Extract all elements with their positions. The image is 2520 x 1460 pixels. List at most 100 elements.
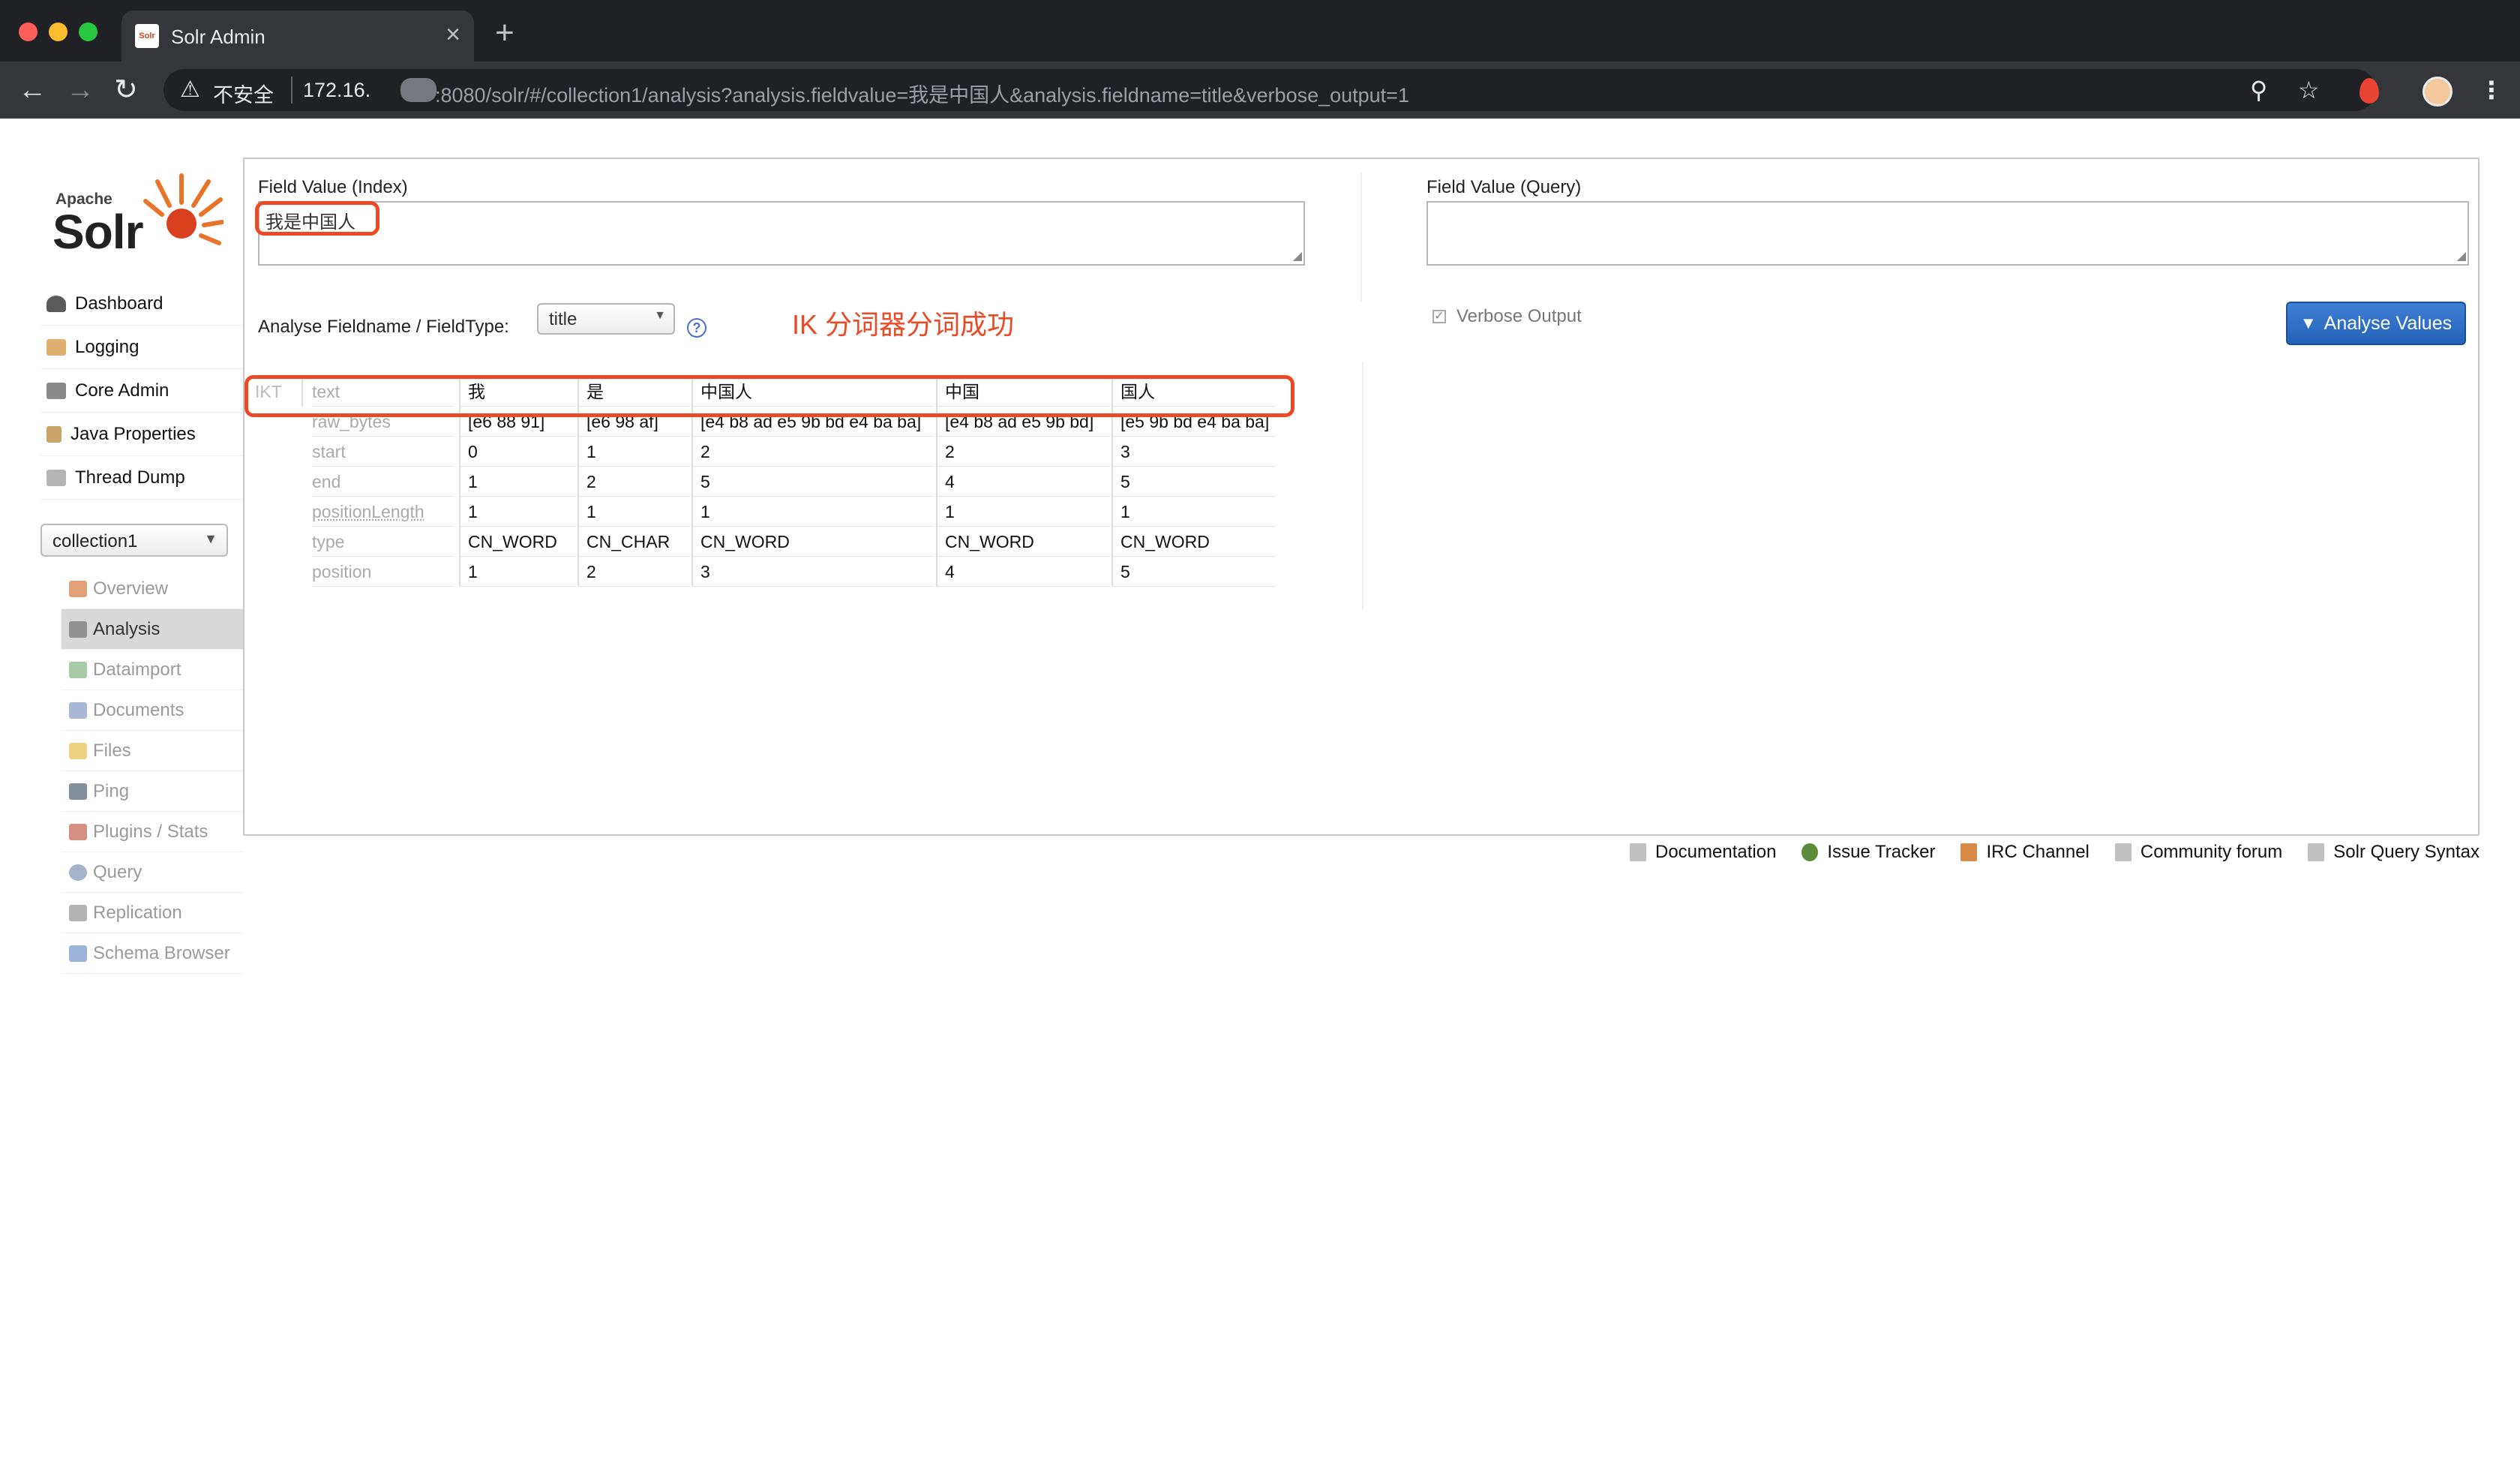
token-cell: 4 <box>936 557 1110 587</box>
kebab-menu-icon[interactable]: ⋮ <box>2480 75 2504 105</box>
sidebar-item-core-admin[interactable]: Core Admin <box>40 369 243 413</box>
new-tab-icon[interactable]: + <box>495 17 514 50</box>
query-syntax-icon <box>2308 843 2325 861</box>
sidebar-item-java-properties[interactable]: Java Properties <box>40 413 243 456</box>
analysis-row-type: type CN_WORD CN_CHAR CN_WORD CN_WORD CN_WORD <box>248 527 1282 557</box>
footer-link-label: Issue Tracker <box>1827 842 1936 862</box>
sidebar-item-logging[interactable]: Logging <box>40 326 243 369</box>
sidebar-item-dataimport[interactable]: Dataimport <box>62 650 243 690</box>
footer-link-query-syntax[interactable]: Solr Query Syntax <box>2308 842 2480 863</box>
sidebar-item-documents[interactable]: Documents <box>62 690 243 731</box>
sidebar-main-nav: Dashboard Logging Core Admin Java Proper… <box>40 282 243 500</box>
footer-link-label: Community forum <box>2140 842 2283 862</box>
tab-title: Solr Admin <box>171 26 266 48</box>
footer-link-irc-channel[interactable]: IRC Channel <box>1960 842 2090 863</box>
profile-avatar[interactable] <box>2422 77 2452 107</box>
attribute-name: positionLength <box>312 497 454 527</box>
warning-icon[interactable]: ⚠ <box>180 77 200 103</box>
query-value-textarea[interactable]: ◢ <box>1426 201 2469 266</box>
dashboard-icon <box>46 295 66 312</box>
url-host[interactable]: 172.16. <box>303 79 370 102</box>
footer-link-issue-tracker[interactable]: Issue Tracker <box>1802 842 1935 863</box>
footer-link-label: Solr Query Syntax <box>2333 842 2480 862</box>
browser-tab[interactable]: Solr Solr Admin × <box>122 11 474 62</box>
sidebar-item-replication[interactable]: Replication <box>62 893 243 933</box>
plugins-icon <box>69 823 87 840</box>
checkbox-icon[interactable]: ✓ <box>1432 310 1446 323</box>
address-bar[interactable]: ⚠ 不安全 172.16. :8080/solr/#/collection1/a… <box>164 69 2376 111</box>
sidebar-item-schema-browser[interactable]: Schema Browser <box>62 933 243 974</box>
sidebar-item-label: Logging <box>75 336 140 357</box>
footer-link-documentation[interactable]: Documentation <box>1629 842 1776 863</box>
core-selector-value: collection1 <box>52 531 138 551</box>
dataimport-icon <box>69 661 87 678</box>
sidebar-item-label: Documents <box>93 699 184 720</box>
bookmark-star-icon[interactable]: ☆ <box>2298 75 2320 105</box>
sidebar-item-label: Dashboard <box>75 293 164 314</box>
attribute-name: start <box>312 437 454 467</box>
sidebar-item-query[interactable]: Query <box>62 852 243 893</box>
token-cell: 1 <box>936 497 1110 527</box>
sidebar-item-label: Replication <box>93 902 182 923</box>
schema-browser-icon <box>69 945 87 962</box>
files-icon <box>69 742 87 759</box>
query-icon <box>69 864 87 881</box>
forward-icon[interactable]: → <box>66 74 94 107</box>
minimize-window-button[interactable] <box>49 23 68 41</box>
reload-icon[interactable]: ↻ <box>114 74 138 107</box>
redacted-blur <box>400 78 436 102</box>
browser-titlebar: Solr Solr Admin × + <box>0 0 2520 62</box>
footer-link-community-forum[interactable]: Community forum <box>2114 842 2283 863</box>
sidebar-item-label: Java Properties <box>70 423 196 444</box>
fieldname-value: title <box>549 309 578 329</box>
close-tab-icon[interactable]: × <box>446 21 460 48</box>
sidebar-item-label: Ping <box>93 780 130 801</box>
core-selector[interactable]: collection1 ▼ <box>40 524 228 557</box>
fieldname-select[interactable]: title ▼ <box>537 303 675 335</box>
index-value-label: Field Value (Index) <box>258 177 408 197</box>
resize-handle-icon[interactable]: ◢ <box>1293 251 1302 263</box>
zoom-icon[interactable]: ⚲ <box>2250 75 2267 105</box>
sidebar-item-analysis[interactable]: Analysis <box>62 609 243 650</box>
chevron-down-icon: ▼ <box>654 309 666 322</box>
solr-logo[interactable]: Apache Solr <box>51 171 224 259</box>
url-path[interactable]: :8080/solr/#/collection1/analysis?analys… <box>435 79 1409 108</box>
sidebar-item-files[interactable]: Files <box>62 731 243 771</box>
index-value-textarea[interactable]: 我是中国人 ◢ <box>258 201 1305 266</box>
sidebar-item-overview[interactable]: Overview <box>62 569 243 609</box>
fieldname-label: Analyse Fieldname / FieldType: <box>258 317 509 337</box>
back-icon[interactable]: ← <box>18 74 46 107</box>
analyse-values-label: Analyse Values <box>2324 312 2452 334</box>
token-cell: CN_CHAR <box>578 527 690 557</box>
insecure-label[interactable]: 不安全 <box>213 79 274 108</box>
maximize-window-button[interactable] <box>79 23 98 41</box>
token-cell: 3 <box>692 557 934 587</box>
sidebar-core-nav: Overview Analysis Dataimport Documents F… <box>62 569 243 974</box>
token-cell: 5 <box>1112 467 1275 497</box>
attribute-name: type <box>312 527 454 557</box>
sidebar-item-label: Analysis <box>93 618 160 639</box>
help-icon[interactable]: ? <box>687 318 706 338</box>
sidebar-item-ping[interactable]: Ping <box>62 771 243 812</box>
sidebar-item-plugins-stats[interactable]: Plugins / Stats <box>62 812 243 852</box>
token-cell: CN_WORD <box>936 527 1110 557</box>
chevron-down-icon: ▼ <box>204 531 218 546</box>
documents-icon <box>69 701 87 719</box>
extension-icon[interactable] <box>2360 78 2379 104</box>
sidebar-item-dashboard[interactable]: Dashboard <box>40 282 243 326</box>
index-value-highlight <box>255 201 380 236</box>
solr-sun-icon <box>143 173 224 245</box>
resize-handle-icon[interactable]: ◢ <box>2457 251 2466 263</box>
panel-divider <box>1360 173 1362 302</box>
filter-icon: ▼ <box>2300 314 2317 332</box>
sidebar-item-thread-dump[interactable]: Thread Dump <box>40 456 243 500</box>
verbose-output-checkbox[interactable]: ✓ Verbose Output <box>1432 306 1582 327</box>
close-window-button[interactable] <box>19 23 38 41</box>
token-cell: 1 <box>459 557 576 587</box>
analysis-row-end: end 1 2 5 4 5 <box>248 467 1282 497</box>
token-cell: 0 <box>459 437 576 467</box>
analyse-values-button[interactable]: ▼ Analyse Values <box>2286 302 2466 345</box>
token-cell: 1 <box>459 467 576 497</box>
sidebar-item-label: Overview <box>93 578 169 599</box>
sidebar-item-label: Plugins / Stats <box>93 821 208 842</box>
